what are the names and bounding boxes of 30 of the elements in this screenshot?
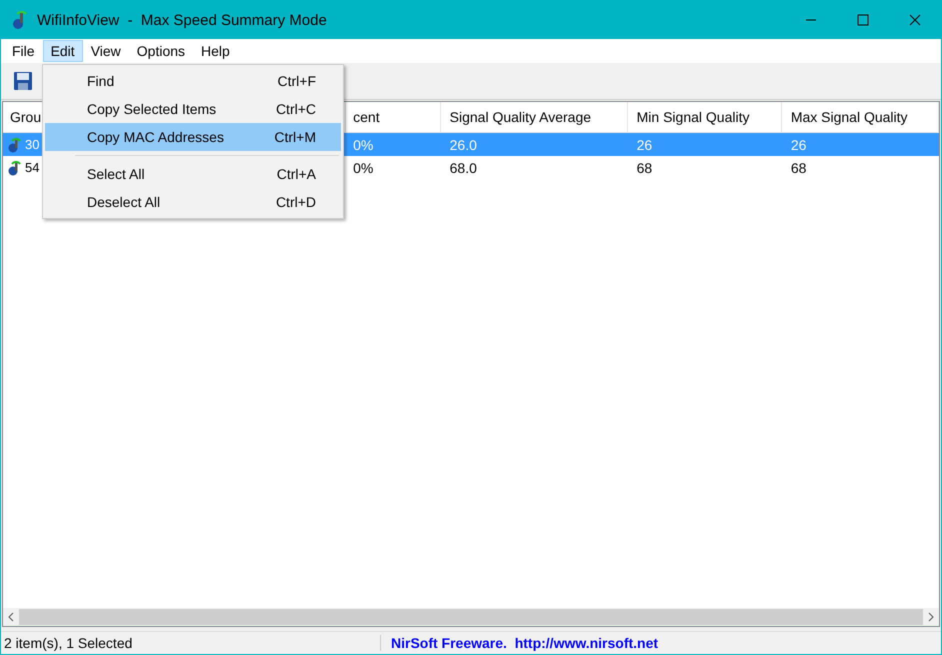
menu-entry[interactable]: Find Ctrl+F <box>45 67 341 95</box>
save-icon[interactable] <box>13 71 33 91</box>
scroll-right-icon[interactable] <box>927 612 935 622</box>
column-header[interactable]: Max Signal Quality <box>782 102 939 132</box>
menu-item[interactable]: Edit <box>42 40 83 62</box>
wifi-network-icon <box>7 160 23 176</box>
menu-item[interactable]: File <box>4 40 43 62</box>
column-header[interactable]: Signal Quality Average <box>440 102 628 132</box>
menu-item[interactable]: Help <box>193 40 238 62</box>
table-cell[interactable]: 0% <box>353 160 374 176</box>
menu-entry[interactable]: Copy Selected Items Ctrl+C <box>45 95 341 123</box>
table-cell[interactable]: 68.0 <box>450 160 477 176</box>
window-title: WifiInfoView - Max Speed Summary Mode <box>37 12 327 28</box>
column-header[interactable]: cent <box>346 102 441 132</box>
scroll-left-icon[interactable] <box>7 612 15 622</box>
menu-item[interactable]: Options <box>128 40 194 62</box>
table-cell[interactable]: 68 <box>636 160 652 176</box>
table-cell[interactable]: 54 <box>25 160 40 175</box>
column-header[interactable]: Min Signal Quality <box>628 102 782 132</box>
menu-entry[interactable]: Copy MAC Addresses Ctrl+M <box>45 123 341 151</box>
table-cell[interactable]: 68 <box>790 160 806 176</box>
credit-link[interactable]: NirSoft Freeware. http://www.nirsoft.net <box>391 634 658 650</box>
menu-entry[interactable]: Deselect All Ctrl+D <box>45 188 341 216</box>
menu-entry[interactable]: Select All Ctrl+A <box>45 160 341 188</box>
close-icon[interactable] <box>909 14 921 26</box>
wifi-app-icon <box>11 10 29 30</box>
wifi-network-icon <box>7 136 23 152</box>
menu-item[interactable]: View <box>82 40 129 62</box>
maximize-icon[interactable] <box>857 14 869 26</box>
status-text: 2 item(s), 1 Selected <box>1 635 381 651</box>
